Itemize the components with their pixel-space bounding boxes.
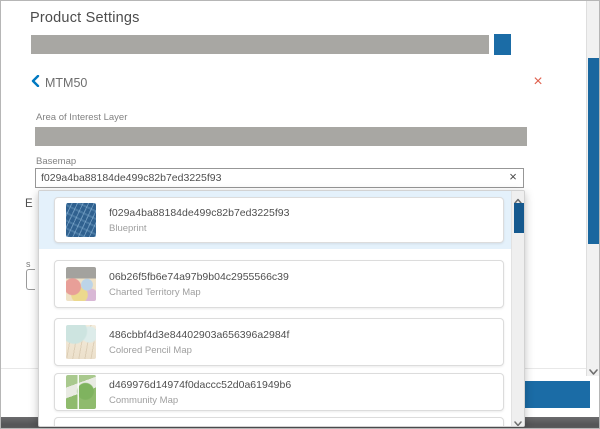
basemap-option-name: Blueprint [109,223,289,234]
basemap-option-name: Community Map [109,395,291,406]
redacted-product-field[interactable] [31,35,489,54]
dropdown-scrollbar[interactable] [511,191,524,426]
basemap-option-colored-pencil[interactable]: 486cbbf4d3e84402903a656396a2984f Colored… [54,318,504,366]
close-icon[interactable]: × [530,74,546,90]
basemap-option-id: 06b26f5fb6e74a97b9b04c2955566c39 [109,271,289,283]
partially-hidden-checkbox[interactable] [26,269,35,290]
basemap-option-id: 486cbbf4d3e84402903a656396a2984f [109,329,289,341]
clear-input-icon[interactable]: × [506,170,520,184]
back-label: MTM50 [45,76,87,90]
primary-action-button[interactable] [518,381,590,408]
basemap-option-blueprint[interactable]: f029a4ba88184de499c82b7ed3225f93 Bluepri… [54,197,504,243]
basemap-option-name: Colored Pencil Map [109,345,289,356]
basemap-dropdown: f029a4ba88184de499c82b7ed3225f93 Bluepri… [38,190,525,427]
aoi-field-label: Area of Interest Layer [36,112,127,123]
dropdown-scrollbar-thumb[interactable] [514,203,524,233]
blueprint-map-thumbnail [66,203,96,237]
scroll-down-icon[interactable] [513,415,523,424]
basemap-option-community[interactable]: d469976d14974f0daccc52d0a61949b6 Communi… [54,373,504,411]
charted-territory-map-thumbnail [66,267,96,301]
basemap-field-label: Basemap [36,156,76,167]
colored-pencil-map-thumbnail [66,325,96,359]
scroll-up-icon[interactable] [513,193,523,202]
page-title: Product Settings [30,10,140,26]
aoi-redacted-field[interactable] [35,127,527,146]
page-scrollbar[interactable] [586,1,600,376]
basemap-input[interactable] [35,168,524,188]
scroll-down-icon[interactable] [588,364,599,374]
basemap-option-charted-territory[interactable]: 06b26f5fb6e74a97b9b04c2955566c39 Charted… [54,260,504,308]
back-button[interactable]: MTM50 [31,74,87,92]
basemap-option-id: d469976d14974f0daccc52d0a61949b6 [109,379,291,391]
product-settings-window: Product Settings MTM50 × Area of Interes… [0,0,600,429]
chevron-left-icon [31,74,40,92]
community-map-thumbnail [66,375,96,409]
basemap-option-id: f029a4ba88184de499c82b7ed3225f93 [109,207,289,219]
blue-swatch-button[interactable] [494,34,511,55]
page-scrollbar-thumb[interactable] [588,58,599,244]
basemap-option-name: Charted Territory Map [109,287,289,298]
obscured-label-fragment-top: E [25,198,33,210]
basemap-option-partial[interactable] [54,417,504,427]
obscured-label-fragment-bottom: s [26,259,31,269]
